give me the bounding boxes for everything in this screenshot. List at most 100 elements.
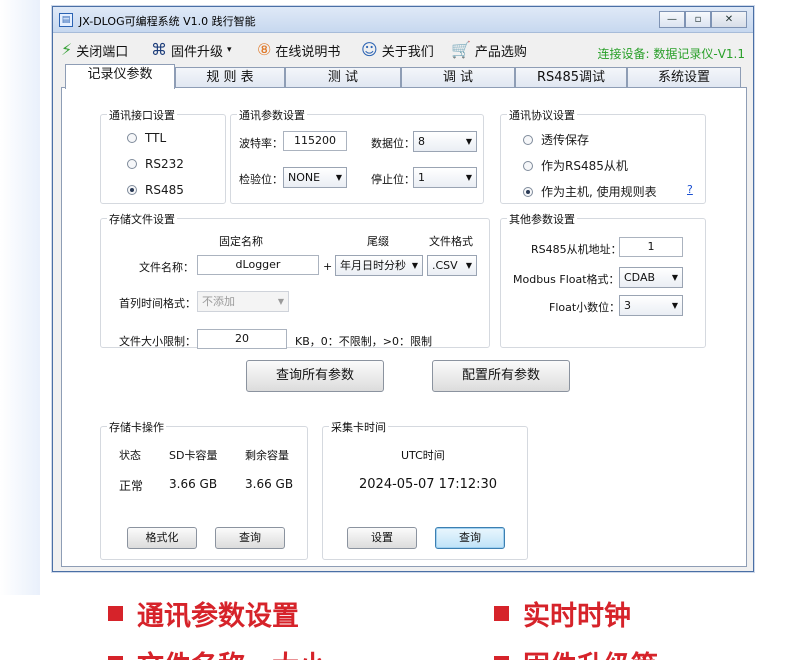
format-sd-button[interactable]: 格式化	[127, 527, 197, 549]
query-sd-button[interactable]: 查询	[215, 527, 285, 549]
radio-passthrough-save[interactable]: 透传保存	[523, 131, 589, 148]
parity-select[interactable]: NONE ▼	[283, 167, 347, 188]
filename-label: 文件名称：	[139, 261, 194, 274]
radio-master-rules[interactable]: 作为主机, 使用规则表	[523, 183, 657, 200]
radio-ttl[interactable]: TTL	[127, 131, 166, 145]
tab-debug[interactable]: 调 试	[401, 67, 515, 88]
group-title: 采集卡时间	[329, 419, 388, 435]
minimize-button[interactable]: —	[659, 11, 685, 28]
radio-rs485[interactable]: RS485	[127, 183, 184, 197]
bullet-square-icon	[494, 656, 509, 660]
radio-rs485-slave[interactable]: 作为RS485从机	[523, 157, 628, 174]
col-suffix: 尾缀	[367, 235, 389, 248]
set-time-button[interactable]: 设置	[347, 527, 417, 549]
sd-card-group: 存储卡操作 状态 SD卡容量 剩余容量 正常 3.66 GB 3.66 GB 格…	[100, 419, 308, 560]
radio-rs232[interactable]: RS232	[127, 157, 184, 171]
chevron-down-icon: ▼	[671, 273, 678, 282]
menu-firmware-upgrade[interactable]: ⌘ 固件升级 ▾	[151, 40, 232, 60]
parity-label: 检验位：	[239, 173, 283, 186]
suffix-select[interactable]: 年月日时分秒 ▼	[335, 255, 423, 276]
file-size-hint: KB，0：不限制，>0：限制	[295, 335, 432, 348]
doc-icon: ▤	[59, 13, 73, 27]
app-window: ▤ JX-DLOG可编程系统 V1.0 践行智能 — ▫ ✕ ⚡ 关闭端口 ⌘ …	[52, 6, 754, 572]
tab-panel: 通讯接口设置 TTL RS232 RS485 通讯参数设置 波特率： 11520…	[61, 87, 747, 567]
tab-recorder-params[interactable]: 记录仪参数	[65, 64, 175, 89]
group-title: 其他参数设置	[507, 211, 577, 227]
tab-test[interactable]: 测 试	[285, 67, 401, 88]
slave-addr-input[interactable]: 1	[619, 237, 683, 257]
menu-label: 产品选购	[474, 44, 527, 60]
databits-label: 数据位：	[371, 137, 415, 150]
chevron-down-icon: ▼	[335, 173, 342, 182]
chevron-down-icon: ▾	[227, 45, 232, 55]
bullet-square-icon	[494, 606, 509, 621]
connection-status: 连接设备: 数据记录仪-V1.1	[597, 47, 745, 61]
chevron-down-icon: ▼	[411, 261, 418, 270]
sd-header-free: 剩余容量	[245, 449, 289, 462]
title-bar[interactable]: ▤ JX-DLOG可编程系统 V1.0 践行智能 — ▫ ✕	[53, 7, 753, 33]
sd-header-status: 状态	[119, 449, 141, 462]
first-col-time-label: 首列时间格式：	[119, 297, 196, 310]
sd-capacity-value: 3.66 GB	[169, 477, 218, 491]
menu-about-us[interactable]: ☺ 关于我们	[361, 40, 434, 60]
promo-firmware: 固件升级等	[494, 644, 658, 660]
plug-icon: ⚡	[61, 40, 73, 59]
chevron-down-icon: ▼	[277, 297, 284, 306]
query-time-button[interactable]: 查询	[435, 527, 505, 549]
cart-icon: 🛒	[451, 40, 471, 59]
tab-rules-table[interactable]: 规 则 表	[175, 67, 285, 88]
menu-label: 关闭端口	[76, 44, 129, 60]
group-title: 存储卡操作	[107, 419, 166, 435]
col-fixed-name: 固定名称	[219, 235, 263, 248]
float-format-label: Modbus Float格式：	[513, 273, 620, 286]
window-title: JX-DLOG可编程系统 V1.0 践行智能	[79, 15, 256, 28]
close-button[interactable]: ✕	[711, 11, 747, 28]
baud-input[interactable]: 115200	[283, 131, 347, 151]
float-decimals-label: Float小数位：	[549, 301, 621, 314]
float-format-select[interactable]: CDAB ▼	[619, 267, 683, 288]
other-params-group: 其他参数设置 RS485从机地址： 1 Modbus Float格式： CDAB…	[500, 211, 706, 348]
databits-select[interactable]: 8 ▼	[413, 131, 477, 152]
menu-close-port[interactable]: ⚡ 关闭端口	[61, 40, 128, 60]
menu-online-manual[interactable]: ⑧ 在线说明书	[257, 40, 340, 60]
group-title: 存储文件设置	[107, 211, 177, 227]
float-decimals-select[interactable]: 3 ▼	[619, 295, 683, 316]
storage-file-group: 存储文件设置 固定名称 尾缀 文件格式 文件名称： dLogger + 年月日时…	[100, 211, 490, 349]
slave-addr-label: RS485从机地址：	[531, 243, 622, 256]
tab-rs485-debug[interactable]: RS485调试	[515, 67, 627, 88]
info-icon: ⑧	[257, 40, 272, 59]
protocol-group: 通讯协议设置 透传保存 作为RS485从机 作为主机, 使用规则表 ?	[500, 107, 706, 204]
clock-time-value: 2024-05-07 17:12:30	[359, 477, 498, 492]
promo-comm-params: 通讯参数设置	[108, 594, 299, 633]
promo-rtc: 实时时钟	[494, 594, 631, 633]
command-icon: ⌘	[151, 40, 167, 59]
tab-system-settings[interactable]: 系统设置	[627, 67, 741, 88]
col-format: 文件格式	[429, 235, 473, 248]
filename-input[interactable]: dLogger	[197, 255, 319, 275]
bullet-square-icon	[108, 656, 123, 660]
users-icon: ☺	[361, 40, 378, 59]
menu-product-shop[interactable]: 🛒 产品选购	[451, 40, 527, 60]
config-all-button[interactable]: 配置所有参数	[432, 360, 570, 392]
menu-label: 关于我们	[381, 44, 434, 60]
menu-label: 固件升级	[171, 44, 224, 60]
bullet-square-icon	[108, 606, 123, 621]
stopbits-select[interactable]: 1 ▼	[413, 167, 477, 188]
group-title: 通讯参数设置	[237, 107, 307, 123]
menu-bar: ⚡ 关闭端口 ⌘ 固件升级 ▾ ⑧ 在线说明书 ☺ 关于我们 🛒 产品选购 连接…	[53, 34, 753, 64]
query-all-button[interactable]: 查询所有参数	[246, 360, 384, 392]
sd-status-value: 正常	[119, 479, 144, 493]
format-select[interactable]: .CSV ▼	[427, 255, 477, 276]
menu-label: 在线说明书	[275, 44, 341, 60]
plus-sign: +	[323, 260, 333, 273]
help-link[interactable]: ?	[687, 183, 693, 196]
restore-button[interactable]: ▫	[685, 11, 711, 28]
first-col-time-select[interactable]: 不添加 ▼	[197, 291, 289, 312]
group-title: 通讯接口设置	[107, 107, 177, 123]
promo-file-name-size: 文件名称、大小	[108, 644, 326, 660]
file-size-input[interactable]: 20	[197, 329, 287, 349]
baud-label: 波特率：	[239, 137, 283, 150]
chevron-down-icon: ▼	[465, 173, 472, 182]
comm-interface-group: 通讯接口设置 TTL RS232 RS485	[100, 107, 226, 204]
utc-label: UTC时间	[401, 449, 445, 462]
